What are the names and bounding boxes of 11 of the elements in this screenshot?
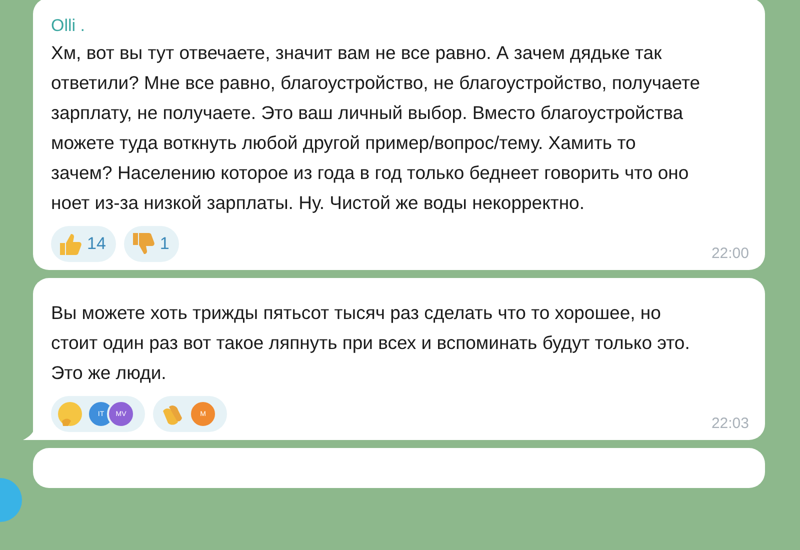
message-text: Хм, вот вы тут отвечаете, значит вам не все равно. А зачем дядьке так ответили? Мне все равно, благоустройство, не благоустройство, получаете зарплату, не получаете. Это ваш личный выбор. Вместо благоустройства можете туда воткнуть любой другой пример/вопрос/тему. Хамить то зачем? Населению которое из года в год только беднеет говорить что оно ноет из-за низкой зарплаты. Ну. Чистой же воды некорректно. — [51, 41, 701, 215]
reaction-count: 1 — [160, 234, 170, 254]
reaction-chip[interactable]: 1 — [124, 226, 180, 262]
emoji-icon — [57, 401, 83, 427]
reaction-chip[interactable]: 14 — [51, 226, 116, 262]
message-time: 22:03 — [711, 415, 749, 432]
thumbs-up-icon — [57, 231, 83, 257]
message-time: 22:00 — [711, 245, 749, 262]
reaction-count: 14 — [87, 234, 106, 254]
message-text: Вы можете хоть трижды пятьсот тысяч раз сделать что то хорошее, но стоит один раз вот такое ляпнуть при всех и вспоминать будут только это. Это же люди. — [51, 301, 691, 385]
sender-name[interactable]: Olli . — [51, 16, 749, 36]
